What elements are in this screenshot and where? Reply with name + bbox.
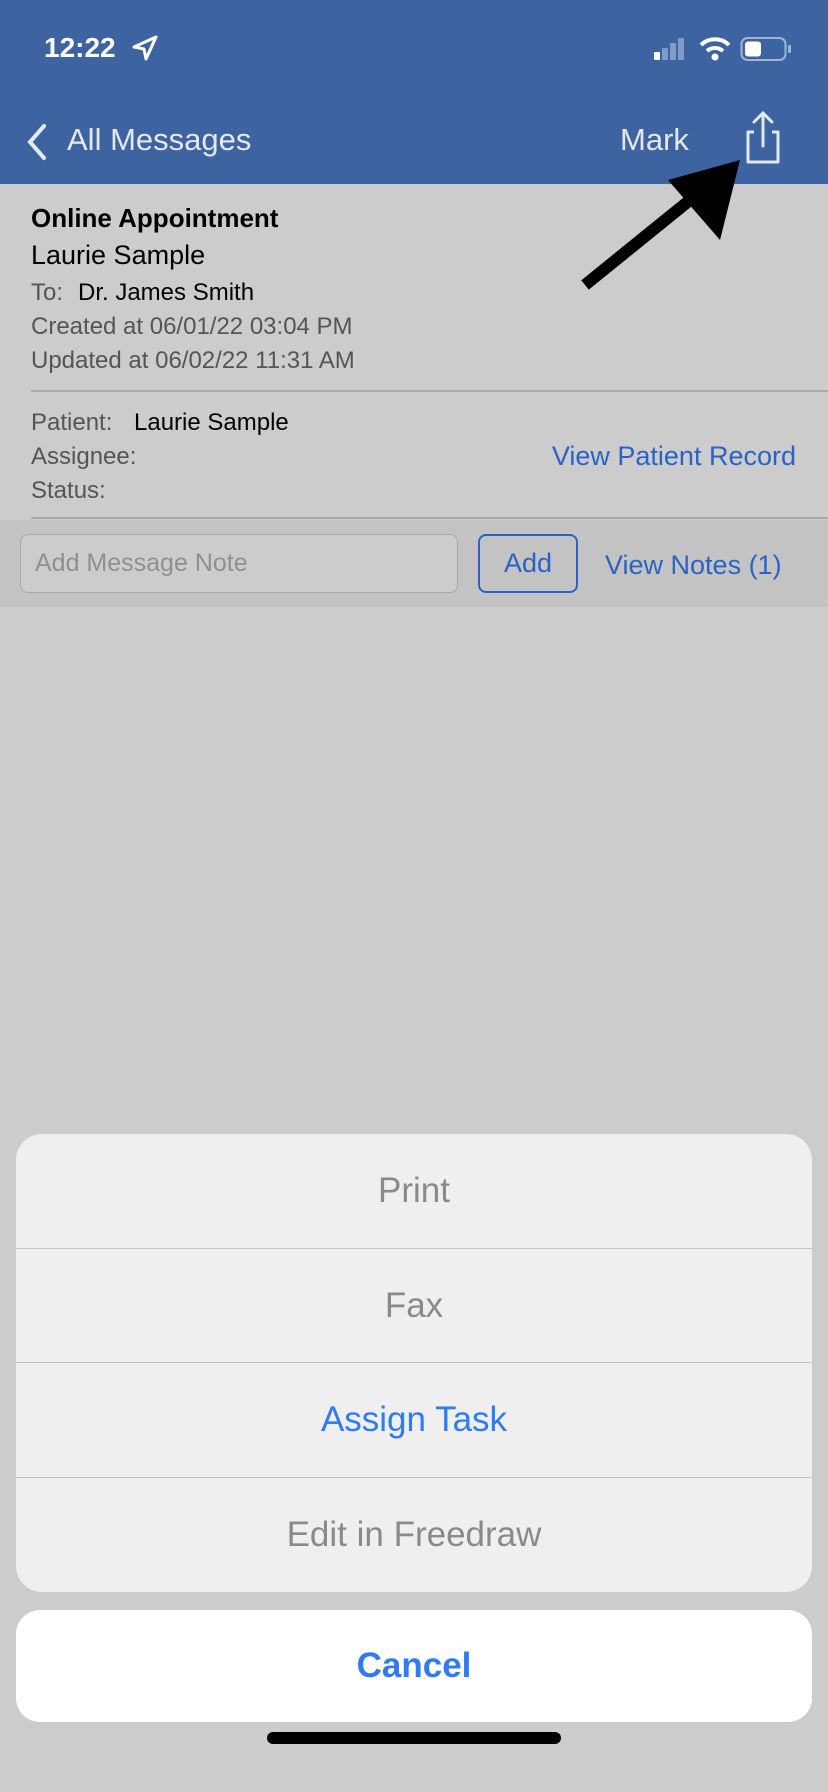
back-label[interactable]: All Messages bbox=[67, 122, 251, 158]
action-edit-in-freedraw[interactable]: Edit in Freedraw bbox=[16, 1478, 812, 1593]
signal-icon bbox=[654, 38, 684, 60]
back-button[interactable] bbox=[22, 120, 62, 164]
status-time: 12:22 bbox=[44, 32, 116, 63]
battery-icon bbox=[740, 37, 791, 61]
view-patient-record-link[interactable]: View Patient Record bbox=[552, 441, 796, 472]
patient-label: Patient: bbox=[31, 409, 113, 436]
chevron-left-icon bbox=[27, 124, 46, 160]
patient-value: Laurie Sample bbox=[134, 409, 289, 436]
message-sender: Laurie Sample bbox=[31, 240, 206, 270]
divider bbox=[31, 390, 828, 392]
created-at: Created at 06/01/22 03:04 PM bbox=[31, 313, 353, 340]
message-note-input[interactable]: Add Message Note bbox=[20, 534, 458, 593]
to-value: Dr. James Smith bbox=[78, 279, 255, 306]
location-arrow-icon bbox=[132, 35, 158, 61]
add-note-button[interactable]: Add bbox=[478, 534, 578, 593]
annotation-arrow-icon bbox=[581, 160, 740, 290]
cancel-button[interactable]: Cancel bbox=[16, 1610, 812, 1722]
status-label: Status: bbox=[31, 477, 106, 504]
updated-at: Updated at 06/02/22 11:31 AM bbox=[31, 347, 355, 374]
divider bbox=[31, 517, 828, 519]
home-indicator[interactable] bbox=[267, 1732, 561, 1744]
assignee-label: Assignee: bbox=[31, 443, 137, 470]
view-notes-link[interactable]: View Notes (1) bbox=[605, 550, 782, 581]
action-sheet: Print Fax Assign Task Edit in Freedraw bbox=[16, 1134, 812, 1592]
message-title: Online Appointment bbox=[31, 203, 279, 233]
wifi-icon bbox=[699, 37, 731, 61]
to-label: To: bbox=[31, 279, 64, 306]
action-fax[interactable]: Fax bbox=[16, 1249, 812, 1363]
action-assign-task[interactable]: Assign Task bbox=[16, 1363, 812, 1478]
action-print[interactable]: Print bbox=[16, 1134, 812, 1249]
